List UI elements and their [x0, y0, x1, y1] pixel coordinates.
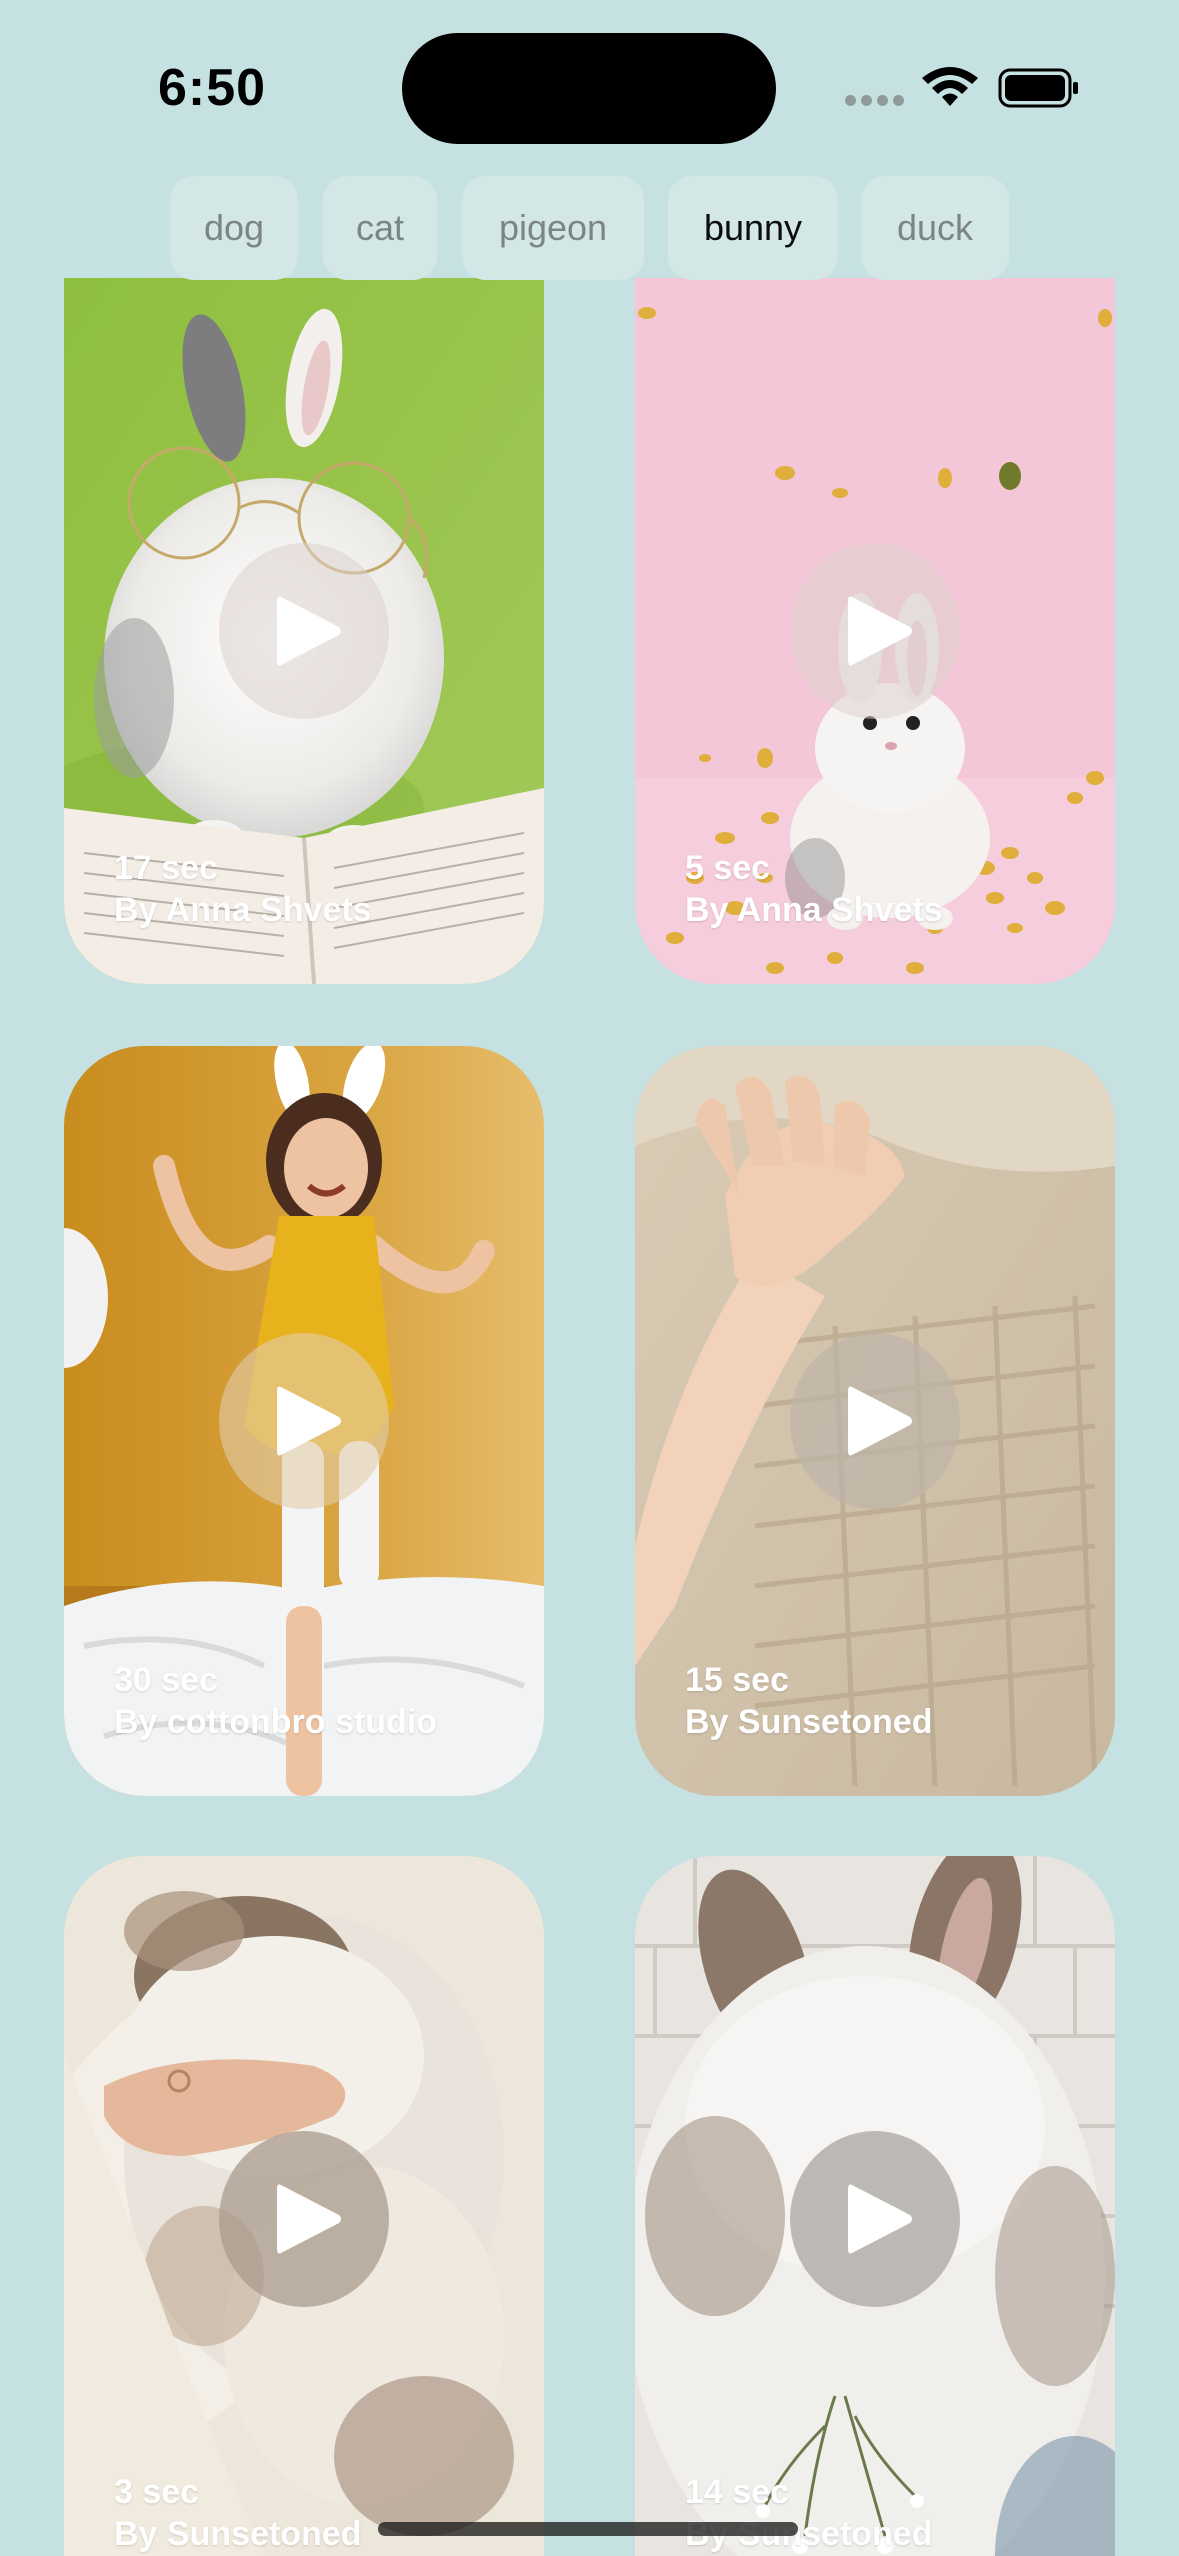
video-card[interactable]: 5 sec By Anna Shvets	[635, 278, 1115, 984]
play-icon	[277, 2184, 341, 2254]
play-button[interactable]	[790, 1333, 960, 1509]
video-author: By Anna Shvets	[685, 891, 943, 929]
play-icon	[277, 1386, 341, 1456]
wifi-icon	[922, 67, 978, 106]
video-duration: 3 sec	[114, 2473, 200, 2511]
battery-icon	[998, 68, 1078, 108]
play-button[interactable]	[219, 2131, 389, 2307]
dynamic-island	[402, 33, 776, 144]
video-author: By Sunsetoned	[114, 2515, 362, 2553]
play-icon	[848, 1386, 912, 1456]
home-indicator[interactable]	[378, 2522, 798, 2536]
category-tabs: dog cat pigeon bunny duck	[0, 176, 1179, 280]
video-author: By Anna Shvets	[114, 891, 372, 929]
play-button[interactable]	[790, 2131, 960, 2307]
video-duration: 17 sec	[114, 849, 218, 887]
signal-dots-icon	[845, 95, 905, 107]
video-card[interactable]: 17 sec By Anna Shvets	[64, 278, 544, 984]
play-icon	[277, 596, 341, 666]
video-card[interactable]: 14 sec By Sunsetoned	[635, 1856, 1115, 2556]
video-author: By Sunsetoned	[685, 1703, 933, 1741]
tab-pigeon[interactable]: pigeon	[462, 176, 644, 280]
video-duration: 15 sec	[685, 1661, 789, 1699]
tab-cat[interactable]: cat	[323, 176, 437, 280]
video-duration: 5 sec	[685, 849, 771, 887]
video-author: By cottonbro studio	[114, 1703, 437, 1741]
status-bar: 6:50	[0, 0, 1179, 180]
tab-dog[interactable]: dog	[170, 176, 298, 280]
play-button[interactable]	[790, 543, 960, 719]
video-card[interactable]: 15 sec By Sunsetoned	[635, 1046, 1115, 1796]
play-button[interactable]	[219, 543, 389, 719]
video-card[interactable]: 30 sec By cottonbro studio	[64, 1046, 544, 1796]
play-button[interactable]	[219, 1333, 389, 1509]
play-icon	[848, 596, 912, 666]
play-icon	[848, 2184, 912, 2254]
video-browser-screen: 17 sec By Anna Shvets 5 sec By Anna Shve…	[0, 0, 1179, 2556]
tab-bunny[interactable]: bunny	[668, 176, 838, 280]
video-grid: 17 sec By Anna Shvets 5 sec By Anna Shve…	[0, 0, 1179, 2556]
video-duration: 14 sec	[685, 2473, 789, 2511]
video-card[interactable]: 3 sec By Sunsetoned	[64, 1856, 544, 2556]
video-duration: 30 sec	[114, 1661, 218, 1699]
tab-duck[interactable]: duck	[861, 176, 1009, 280]
status-time: 6:50	[158, 59, 267, 117]
